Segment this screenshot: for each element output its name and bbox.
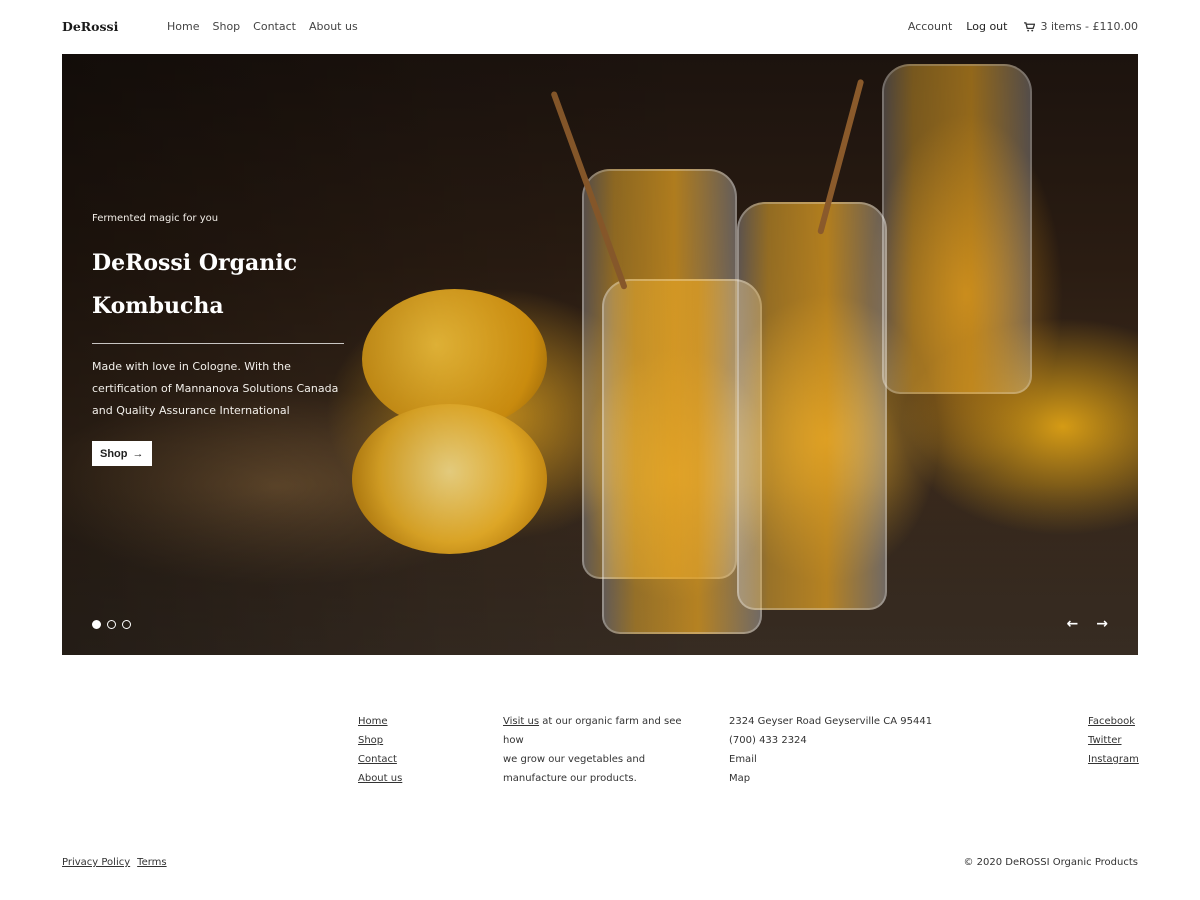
account-link[interactable]: Account: [908, 20, 952, 33]
shop-button-label: Shop: [100, 447, 128, 460]
carousel-arrows: ← →: [1067, 616, 1108, 632]
user-nav: Account Log out 3 items - £110.00: [908, 20, 1138, 33]
carousel-dot-2[interactable]: [107, 620, 116, 629]
shop-button[interactable]: Shop →: [92, 441, 152, 466]
phone: (700) 433 2324: [729, 735, 807, 746]
nav-shop[interactable]: Shop: [212, 20, 240, 33]
visit-us-link[interactable]: Visit us: [503, 716, 539, 727]
nav-home[interactable]: Home: [167, 20, 199, 33]
hero-content: Fermented magic for you DeRossi Organic …: [92, 213, 345, 466]
facebook-link[interactable]: Facebook: [1088, 716, 1135, 727]
site-header: DeRossi Home Shop Contact About us Accou…: [62, 0, 1138, 54]
hero-title-line: DeRossi Organic: [92, 250, 297, 276]
hero-description-line: certification of Mannanova Solutions Can…: [92, 382, 339, 395]
footer-visit: Visit us at our organic farm and see how…: [503, 712, 703, 788]
terms-link[interactable]: Terms: [137, 857, 166, 868]
hero-description-line: and Quality Assurance International: [92, 404, 290, 417]
visit-text: we grow our vegetables and: [503, 754, 646, 765]
footer-contact: 2324 Geyser Road Geyserville CA 95441 (7…: [729, 712, 932, 788]
footer-social: Facebook Twitter Instagram: [1088, 712, 1139, 769]
cart-summary: 3 items - £110.00: [1040, 20, 1138, 33]
map-link[interactable]: Map: [729, 773, 750, 784]
hero-title-line: Kombucha: [92, 293, 224, 319]
copyright: © 2020 DeROSSI Organic Products: [963, 857, 1138, 868]
footer-link-about-us[interactable]: About us: [358, 773, 402, 784]
address: 2324 Geyser Road Geyserville CA 95441: [729, 716, 933, 727]
privacy-policy-link[interactable]: Privacy Policy: [62, 857, 130, 868]
hero-description-line: Made with love in Cologne. With the: [92, 360, 291, 373]
hero-title: DeRossi Organic Kombucha: [92, 242, 345, 328]
email-link[interactable]: Email: [729, 754, 757, 765]
divider: [92, 343, 344, 344]
hero-eyebrow: Fermented magic for you: [92, 213, 219, 224]
visit-text: manufacture our products.: [503, 773, 637, 784]
footer-link-home[interactable]: Home: [358, 716, 388, 727]
footer-links: Home Shop Contact About us: [358, 712, 402, 788]
arrow-right-icon[interactable]: →: [1096, 616, 1108, 632]
logo[interactable]: DeRossi: [62, 19, 118, 34]
carousel-dot-3[interactable]: [122, 620, 131, 629]
arrow-left-icon[interactable]: ←: [1067, 616, 1079, 632]
nav-about-us[interactable]: About us: [309, 20, 358, 33]
nav-contact[interactable]: Contact: [253, 20, 296, 33]
cart-icon: [1024, 21, 1036, 32]
footer-link-contact[interactable]: Contact: [358, 754, 397, 765]
hero-banner: Fermented magic for you DeRossi Organic …: [62, 54, 1138, 655]
main-nav: Home Shop Contact About us: [167, 20, 358, 33]
logout-link[interactable]: Log out: [966, 20, 1007, 33]
hero-description: Made with love in Cologne. With the cert…: [92, 356, 345, 422]
carousel-dots: [92, 620, 131, 629]
cart-link[interactable]: 3 items - £110.00: [1024, 20, 1138, 33]
instagram-link[interactable]: Instagram: [1088, 754, 1139, 765]
carousel-dot-1[interactable]: [92, 620, 101, 629]
footer-link-shop[interactable]: Shop: [358, 735, 383, 746]
legal-links: Privacy Policy Terms: [62, 857, 167, 868]
arrow-right-icon: →: [132, 447, 144, 460]
twitter-link[interactable]: Twitter: [1088, 735, 1122, 746]
